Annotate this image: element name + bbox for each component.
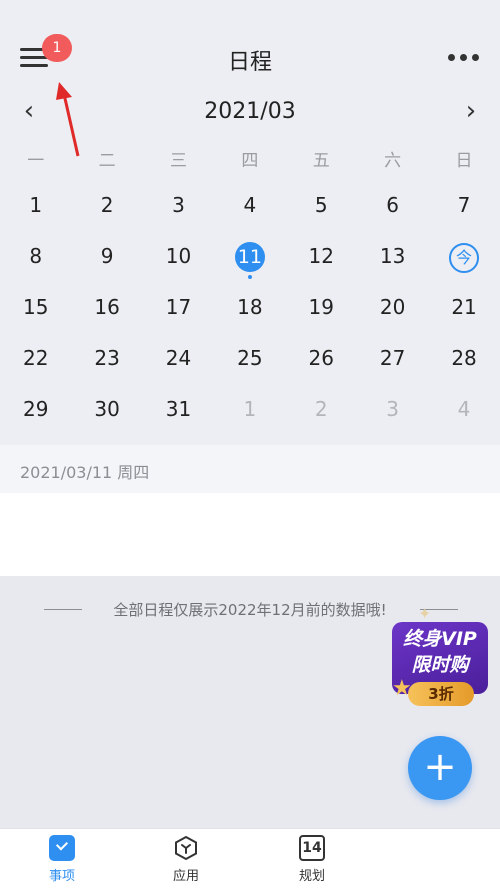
day-cell-next-month[interactable]: 4 <box>428 384 499 435</box>
tab-items[interactable]: 事项 <box>32 835 92 889</box>
day-cell[interactable]: 3 <box>143 180 214 231</box>
today-button[interactable]: 今 <box>428 231 499 282</box>
selected-date-bar: 2021/03/11 周四 <box>0 445 500 493</box>
day-cell[interactable]: 22 <box>0 333 71 384</box>
tab-label: 应用 <box>172 869 199 884</box>
day-cell[interactable]: 23 <box>71 333 142 384</box>
weekday-label: 三 <box>169 151 187 171</box>
weekday-label: 日 <box>455 151 473 171</box>
tab-apps[interactable]: 应用 <box>156 835 216 889</box>
day-cell[interactable]: 17 <box>143 282 214 333</box>
vip-title: 终身VIP <box>403 628 477 650</box>
day-cell-next-month[interactable]: 2 <box>286 384 357 435</box>
selected-date-label: 2021/03/11 周四 <box>20 463 150 482</box>
tab-label: 事项 <box>48 869 75 884</box>
day-cell-selected[interactable]: 11 <box>214 231 285 282</box>
day-cell[interactable]: 10 <box>143 231 214 282</box>
more-dots-icon <box>460 54 467 61</box>
day-cell[interactable]: 31 <box>143 384 214 435</box>
checkbox-icon <box>49 835 75 861</box>
more-button[interactable] <box>446 52 482 64</box>
next-month-button[interactable]: › <box>456 96 486 128</box>
day-cell[interactable]: 26 <box>286 333 357 384</box>
add-event-button[interactable]: + <box>408 736 472 800</box>
sparkle-icon: ✦ <box>418 604 432 623</box>
day-cell[interactable]: 13 <box>357 231 428 282</box>
day-cell[interactable]: 19 <box>286 282 357 333</box>
day-cell[interactable]: 6 <box>357 180 428 231</box>
weekday-label: 二 <box>98 151 116 171</box>
day-cell[interactable]: 29 <box>0 384 71 435</box>
day-cell-next-month[interactable]: 1 <box>214 384 285 435</box>
day-cell[interactable]: 27 <box>357 333 428 384</box>
apps-icon <box>175 835 197 861</box>
weekday-label: 四 <box>241 151 259 171</box>
calendar-grid: 1 2 3 4 5 6 7 8 9 10 11 12 13 今 15 16 17… <box>0 180 500 435</box>
day-cell[interactable]: 2 <box>71 180 142 231</box>
prev-month-button[interactable]: ‹ <box>14 96 44 128</box>
day-cell[interactable]: 30 <box>71 384 142 435</box>
bottom-tab-bar: 事项 应用 14 规划 <box>0 828 500 889</box>
star-icon: ★ <box>392 676 412 701</box>
more-dots-icon <box>448 54 455 61</box>
day-cell[interactable]: 4 <box>214 180 285 231</box>
day-cell[interactable]: 20 <box>357 282 428 333</box>
day-cell[interactable]: 25 <box>214 333 285 384</box>
chevron-left-icon: ‹ <box>23 96 35 126</box>
vip-subtitle: 限时购 <box>411 654 469 676</box>
day-cell[interactable]: 12 <box>286 231 357 282</box>
calendar-header: 1 日程 2021/03 ‹ › 一 二 三 四 五 六 日 1 2 3 4 5… <box>0 0 500 445</box>
day-cell[interactable]: 15 <box>0 282 71 333</box>
more-dots-icon <box>472 54 479 61</box>
day-cell[interactable]: 1 <box>0 180 71 231</box>
chevron-right-icon: › <box>465 96 477 126</box>
weekday-label: 六 <box>384 151 402 171</box>
tab-label: 规划 <box>298 869 325 884</box>
day-cell[interactable]: 8 <box>0 231 71 282</box>
day-cell[interactable]: 24 <box>143 333 214 384</box>
weekday-row: 一 二 三 四 五 六 日 <box>0 146 500 172</box>
day-cell[interactable]: 16 <box>71 282 142 333</box>
divider <box>44 609 82 610</box>
vip-discount: 3折 <box>408 682 474 706</box>
month-label: 2021/03 <box>204 99 296 124</box>
day-cell[interactable]: 5 <box>286 180 357 231</box>
weekday-label: 一 <box>27 151 45 171</box>
day-cell-next-month[interactable]: 3 <box>357 384 428 435</box>
notice-text: 全部日程仅展示2022年12月前的数据哦! <box>113 601 387 619</box>
weekday-label: 五 <box>312 151 330 171</box>
day-cell[interactable]: 9 <box>71 231 142 282</box>
vip-promo-badge[interactable]: ✦ 终身VIP 限时购 3折 ★ <box>388 600 492 710</box>
calendar-14-icon: 14 <box>299 835 325 861</box>
day-cell[interactable]: 7 <box>428 180 499 231</box>
page-title: 日程 <box>227 50 272 75</box>
plus-icon: + <box>423 744 457 790</box>
event-list <box>0 493 500 576</box>
day-cell[interactable]: 28 <box>428 333 499 384</box>
month-navigation: 2021/03 ‹ › <box>0 96 500 128</box>
tab-plan[interactable]: 14 规划 <box>282 835 342 889</box>
day-cell[interactable]: 21 <box>428 282 499 333</box>
day-cell[interactable]: 18 <box>214 282 285 333</box>
